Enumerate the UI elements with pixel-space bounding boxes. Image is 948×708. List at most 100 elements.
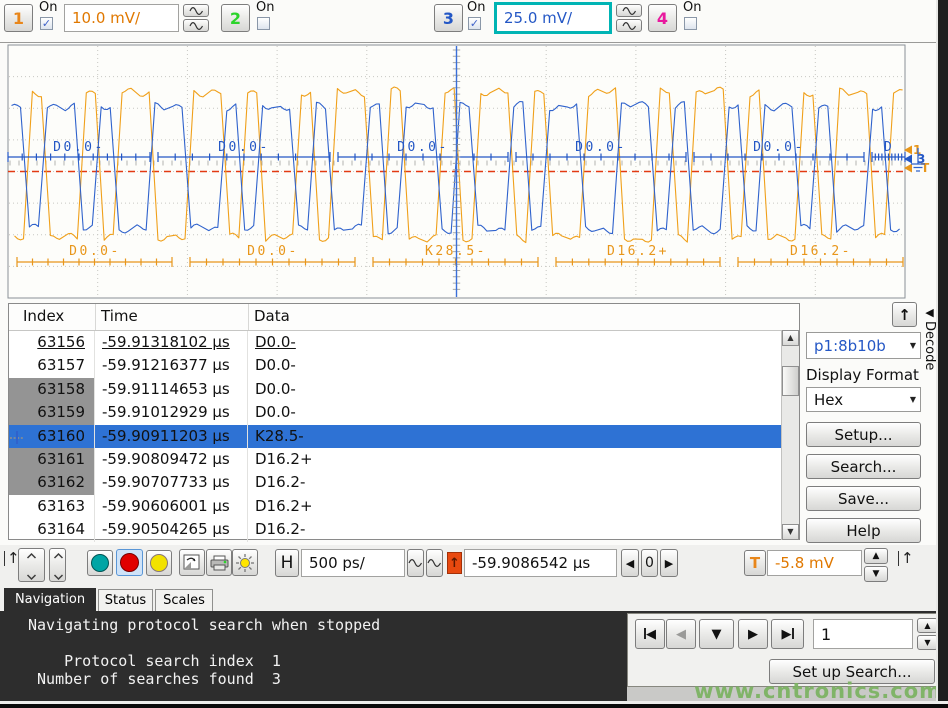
trigger-level-field[interactable]: -5.8 mV (767, 550, 862, 576)
stop-icon (120, 553, 139, 572)
scale-larger-icon[interactable] (183, 4, 209, 17)
index-up-button[interactable]: ▲ (917, 618, 938, 633)
channel-1-on-checkbox[interactable]: ✓ (40, 17, 53, 30)
tab-status[interactable]: Status (98, 589, 153, 611)
watermark: www.cntronics.com (694, 679, 942, 703)
vertical-expand-button[interactable] (18, 548, 45, 582)
cell-data: D0.0- (248, 378, 799, 401)
table-row[interactable]: 63163-59.90606001 µsD16.2+ (9, 495, 799, 518)
channel-1-button[interactable]: 1 (4, 4, 33, 32)
tab-scales[interactable]: Scales (155, 589, 213, 611)
panel-collapse-up-button[interactable]: ↑ (892, 302, 917, 327)
cell-time: -59.91318102 µs (95, 331, 248, 354)
timebase-zoom-out-icon[interactable] (407, 549, 424, 577)
decode-symbol-label: D0.0- (575, 140, 627, 155)
printer-icon (210, 555, 229, 571)
trigger-level-up-button[interactable]: ▲ (864, 548, 888, 564)
bus-select-dropdown[interactable]: p1:8b10b▼ (806, 332, 921, 359)
search-index-field[interactable]: 1 (813, 619, 913, 649)
trigger-level-down-button[interactable]: ▼ (864, 566, 888, 582)
decode-symbol-label: D0.0- (218, 140, 270, 155)
table-row[interactable]: 63162-59.90707733 µsD16.2- (9, 471, 799, 494)
cell-index: 63156 (9, 331, 95, 354)
run-button[interactable] (87, 550, 113, 576)
column-header-time[interactable]: Time (101, 307, 138, 325)
channel-3-scale-field[interactable]: 25.0 mV/ (497, 5, 609, 31)
print-button[interactable] (206, 549, 232, 576)
scope-display[interactable]: D0.0-D0.0-D0.0-D0.0-D0.0-DD0.0-D0.0-K28.… (0, 44, 948, 300)
table-row[interactable]: 63158-59.91114653 µsD0.0- (9, 378, 799, 401)
help-button[interactable]: Help (806, 518, 921, 543)
next-result-button[interactable]: ▶ (738, 619, 768, 649)
channel-2-on-checkbox[interactable] (257, 17, 270, 30)
decode-symbol-label: D16.2- (790, 244, 852, 259)
cell-time: -59.90606001 µs (95, 495, 248, 518)
tab-navigation[interactable]: Navigation (4, 588, 96, 611)
channel-4-on-checkbox[interactable] (684, 17, 697, 30)
scrollbar-up-button[interactable]: ▲ (782, 330, 799, 346)
cell-time: -59.91012929 µs (95, 401, 248, 424)
table-row[interactable]: 63161-59.90809472 µsD16.2+ (9, 448, 799, 471)
scrollbar-down-button[interactable]: ▼ (782, 524, 799, 540)
vertical-compress-button[interactable] (49, 548, 66, 582)
scrollbar-thumb[interactable] (782, 366, 799, 396)
column-header-index[interactable]: Index (23, 307, 64, 325)
scale-smaller-icon[interactable] (616, 19, 642, 32)
channel-bar: 1 On ✓ 10.0 mV/ 2 On 3 On ✓ 25.0 mV/ 4 O… (0, 0, 936, 42)
channel-1-scale-field[interactable]: 10.0 mV/ (64, 4, 179, 32)
position-left-button[interactable]: ◀ (621, 549, 639, 577)
horizontal-setup-button[interactable]: H (275, 549, 299, 577)
window-bottom-edge (0, 704, 948, 708)
setup-button[interactable]: Setup... (806, 422, 921, 447)
channel-2-on-label: On (256, 0, 274, 15)
cell-index: 63161 (9, 448, 95, 471)
decode-symbol-label: D0.0- (753, 140, 805, 155)
cell-data: D16.2+ (248, 448, 799, 471)
decode-listing-table[interactable]: Index Time Data 63156-59.91318102 µsD0.0… (8, 303, 800, 540)
channel-4-button[interactable]: 4 (648, 4, 677, 32)
index-down-button[interactable]: ▼ (917, 635, 938, 650)
stop-button[interactable] (116, 549, 143, 576)
search-button[interactable]: Search... (806, 454, 921, 479)
table-row[interactable]: 63157-59.91216377 µsD0.0- (9, 354, 799, 377)
single-button[interactable] (146, 550, 172, 576)
position-right-button[interactable]: ▶ (660, 549, 678, 577)
cell-index: 63157 (9, 354, 95, 377)
table-row[interactable]: 63164-59.90504265 µsD16.2- (9, 518, 799, 541)
scale-smaller-icon[interactable] (183, 19, 209, 32)
cell-index: 63164 (9, 518, 95, 541)
channel-2-button[interactable]: 2 (221, 4, 250, 32)
format-select-dropdown[interactable]: Hex▼ (806, 387, 921, 412)
result-dropdown-button[interactable]: ▼ (699, 619, 734, 649)
timebase-field[interactable]: 500 ps/ (301, 549, 405, 577)
previous-result-button[interactable]: ◀ (666, 619, 696, 649)
horizontal-position-field[interactable]: -59.9086542 µs (464, 549, 617, 577)
timebase-zoom-in-icon[interactable] (426, 549, 443, 577)
cell-data: D0.0- (248, 354, 799, 377)
trigger-slope-button[interactable]: ↑ (447, 552, 462, 574)
bus-select-value: p1:8b10b (814, 337, 886, 355)
table-row[interactable]: 63159-59.91012929 µsD0.0- (9, 401, 799, 424)
cell-time: -59.90809472 µs (95, 448, 248, 471)
column-header-data[interactable]: Data (254, 307, 290, 325)
cell-time: -59.91114653 µs (95, 378, 248, 401)
first-result-button[interactable]: ◀ (635, 619, 665, 649)
channel-3-button[interactable]: 3 (434, 4, 463, 32)
last-result-button[interactable]: ▶ (771, 619, 804, 649)
brightness-button[interactable] (232, 549, 258, 576)
table-scrollbar[interactable]: ▲ ▼ (781, 330, 799, 540)
cell-time: -59.91216377 µs (95, 354, 248, 377)
cell-index: 63158 (9, 378, 95, 401)
position-zero-button[interactable]: 0 (641, 549, 658, 577)
table-row[interactable]: 63156-59.91318102 µsD0.0- (9, 331, 799, 354)
screen-capture-button[interactable] (179, 549, 205, 576)
trigger-setup-button[interactable]: T (744, 550, 766, 576)
cell-index: 63163 (9, 495, 95, 518)
screen-capture-icon (183, 554, 201, 571)
single-icon (150, 554, 168, 572)
channel-3-on-checkbox[interactable]: ✓ (468, 17, 481, 30)
scale-larger-icon[interactable] (616, 4, 642, 17)
table-row[interactable]: 63160-59.90911203 µsK28.5- (9, 425, 799, 448)
save-button[interactable]: Save... (806, 486, 921, 511)
cell-data: D0.0- (248, 331, 799, 354)
